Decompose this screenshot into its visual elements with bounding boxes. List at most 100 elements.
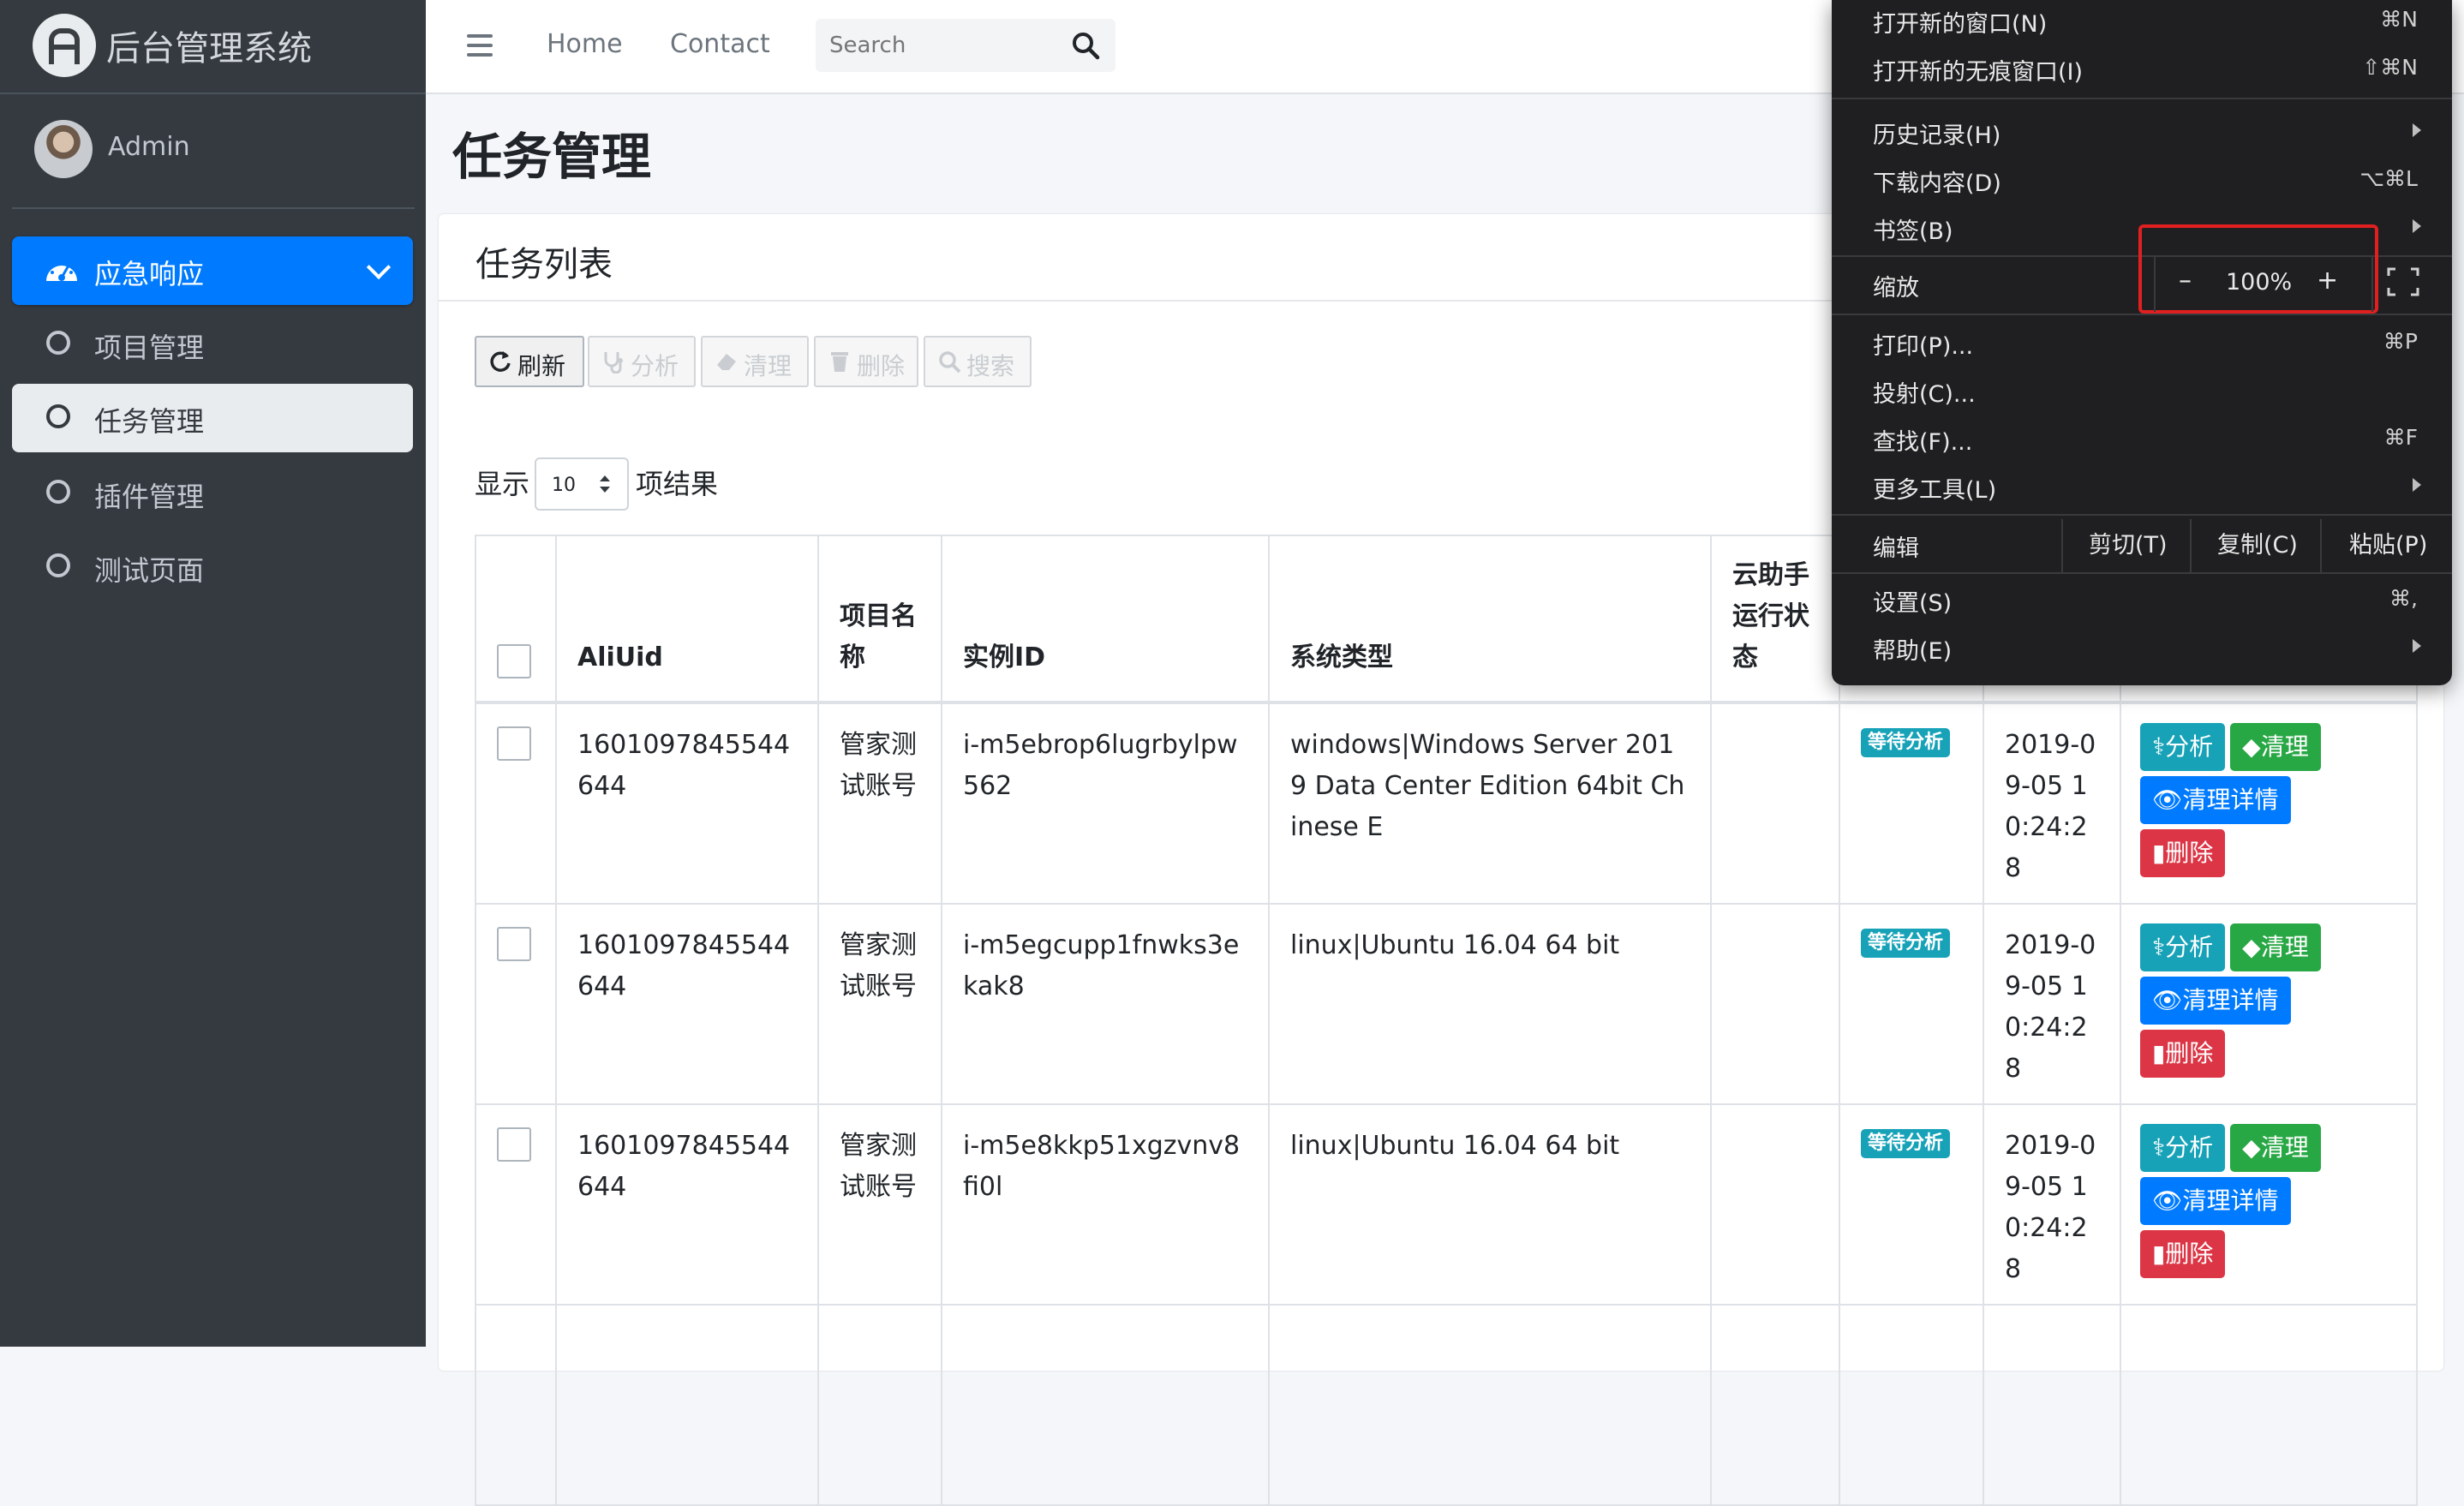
user-panel[interactable]: Admin <box>12 94 415 209</box>
trash-icon: ▮ <box>2152 1240 2166 1268</box>
zoom-separator <box>2154 257 2156 312</box>
table-row: 1601097845544644 管家测试账号 i-m5egcupp1fnwks… <box>475 903 2418 1105</box>
row-delete-button[interactable]: ▮删除 <box>2140 1230 2226 1278</box>
column-header-project[interactable]: 项目名称 <box>817 535 942 703</box>
edit-copy-button[interactable]: 复制(C) <box>2217 526 2298 559</box>
cell-assistant-status <box>1712 1105 1839 1126</box>
row-analyze-button[interactable]: ⚕分析 <box>2140 1124 2226 1172</box>
trash-icon <box>831 352 848 372</box>
menu-separator <box>1832 514 2452 516</box>
menu-separator <box>1832 98 2452 99</box>
cell-aliuid: 1601097845544644 <box>577 730 791 801</box>
sidebar-item-emergency-response[interactable]: 应急响应 <box>12 236 413 305</box>
sidebar-item-projects[interactable]: 项目管理 <box>12 310 413 379</box>
menu-item-cast[interactable]: 投射(C)... <box>1873 375 1976 409</box>
stethoscope-icon: ⚕ <box>2152 1133 2166 1162</box>
stethoscope-icon: ⚕ <box>2152 933 2166 961</box>
status-badge: 等待分析 <box>1861 728 1951 757</box>
row-clean-button[interactable]: ◆清理 <box>2230 1124 2321 1172</box>
chevron-down-icon <box>366 254 392 280</box>
edit-separator <box>2320 519 2322 574</box>
analyze-button[interactable]: 分析 <box>588 336 696 387</box>
row-checkbox[interactable] <box>497 726 531 761</box>
row-analyze-button[interactable]: ⚕分析 <box>2140 723 2226 771</box>
column-header-instance-id[interactable]: 实例ID <box>941 535 1270 703</box>
hamburger-menu-icon[interactable] <box>467 34 493 57</box>
menu-item-new-window[interactable]: 打开新的窗口(N) <box>1873 5 2047 39</box>
clean-button[interactable]: 清理 <box>701 336 809 387</box>
column-header-os-type[interactable]: 系统类型 <box>1268 535 1712 703</box>
column-header-aliuid[interactable]: AliUid <box>555 535 819 703</box>
row-clean-button[interactable]: ◆清理 <box>2230 723 2321 771</box>
edit-paste-button[interactable]: 粘贴(P) <box>2349 526 2427 559</box>
eraser-icon: ◆ <box>2242 933 2261 961</box>
brand[interactable]: 后台管理系统 <box>0 0 426 94</box>
cell-time: 2019-09-05 10:24:28 <box>2005 1131 2096 1284</box>
menu-item-more-tools[interactable]: 更多工具(L) <box>1873 471 1996 505</box>
shortcut: ⌥⌘L <box>2359 166 2418 191</box>
submenu-arrow-icon <box>2413 219 2421 233</box>
length-prefix: 显示 <box>475 468 530 500</box>
row-delete-button[interactable]: ▮删除 <box>2140 829 2226 877</box>
circle-icon <box>46 480 70 504</box>
user-name[interactable]: Admin <box>108 132 190 162</box>
fullscreen-icon[interactable] <box>2387 267 2419 296</box>
row-clean-button[interactable]: ◆清理 <box>2230 923 2321 971</box>
edit-cut-button[interactable]: 剪切(T) <box>2089 526 2168 559</box>
nav-link-contact[interactable]: Contact <box>670 29 770 59</box>
shortcut: ⇧⌘N <box>2362 55 2418 80</box>
row-delete-button[interactable]: ▮删除 <box>2140 1030 2226 1078</box>
length-suffix: 项结果 <box>636 468 719 500</box>
nav-link-home[interactable]: Home <box>547 29 623 59</box>
row-clean-details-button[interactable]: 👁清理详情 <box>2140 977 2291 1025</box>
column-header-assistant-status[interactable]: 云助手运行状态 <box>1710 535 1840 703</box>
eye-icon: 👁 <box>2152 986 2183 1014</box>
menu-item-help[interactable]: 帮助(E) <box>1873 632 1952 666</box>
shortcut: ⌘, <box>2389 586 2418 611</box>
card-title: 任务列表 <box>475 245 613 284</box>
submenu-arrow-icon <box>2413 478 2421 492</box>
menu-item-downloads[interactable]: 下载内容(D) <box>1873 164 2001 198</box>
row-checkbox[interactable] <box>497 927 531 961</box>
stethoscope-icon: ⚕ <box>2152 732 2166 761</box>
row-clean-details-button[interactable]: 👁清理详情 <box>2140 776 2291 824</box>
menu-item-bookmarks[interactable]: 书签(B) <box>1873 212 1953 246</box>
menu-item-history[interactable]: 历史记录(H) <box>1873 117 2001 150</box>
row-clean-details-button[interactable]: 👁清理详情 <box>2140 1177 2291 1225</box>
search-icon[interactable] <box>1071 31 1100 60</box>
zoom-out-button[interactable]: – <box>2179 266 2192 296</box>
page-length-select[interactable]: 10 <box>535 457 629 511</box>
delete-button[interactable]: 删除 <box>814 336 918 387</box>
row-checkbox[interactable] <box>497 1127 531 1162</box>
page-title: 任务管理 <box>452 128 652 186</box>
circle-icon <box>46 331 70 355</box>
sidebar-item-test-page[interactable]: 测试页面 <box>12 533 413 601</box>
refresh-icon <box>490 351 511 372</box>
menu-item-settings[interactable]: 设置(S) <box>1873 584 1952 618</box>
table-row: 1601097845544644 管家测试账号 i-m5ebrop6lugrby… <box>475 702 2418 905</box>
select-all-header <box>475 535 557 703</box>
menu-item-find[interactable]: 查找(F)... <box>1873 423 1972 457</box>
cell-os-type: linux|Ubuntu 16.04 64 bit <box>1290 930 1620 960</box>
search-button[interactable]: 搜索 <box>924 336 1032 387</box>
cell-instance-id: i-m5egcupp1fnwks3ekak8 <box>963 930 1240 1001</box>
row-analyze-button[interactable]: ⚕分析 <box>2140 923 2226 971</box>
select-all-checkbox[interactable] <box>497 644 531 678</box>
status-badge: 等待分析 <box>1861 929 1951 958</box>
table-row: 1601097845544644 管家测试账号 i-m5e8kkp51xgzvn… <box>475 1103 2418 1306</box>
shortcut: ⌘P <box>2383 329 2418 354</box>
menu-item-print[interactable]: 打印(P)... <box>1873 327 1973 361</box>
sidebar-item-label: 任务管理 <box>94 405 205 438</box>
sidebar-item-label: 测试页面 <box>94 554 205 587</box>
eye-icon: 👁 <box>2152 1186 2183 1215</box>
sidebar-item-label: 项目管理 <box>94 332 205 364</box>
cell-instance-id: i-m5e8kkp51xgzvnv8fi0l <box>963 1131 1241 1202</box>
sidebar-item-tasks[interactable]: 任务管理 <box>12 384 413 452</box>
refresh-button[interactable]: 刷新 <box>475 336 584 387</box>
sidebar-item-plugins[interactable]: 插件管理 <box>12 459 413 528</box>
search-input[interactable] <box>816 19 1064 72</box>
sidebar: 后台管理系统 Admin 应急响应 项目管理 任务管理 插件管理 测试页面 <box>0 0 426 1347</box>
submenu-arrow-icon <box>2413 123 2421 137</box>
zoom-in-button[interactable]: + <box>2317 266 2338 296</box>
menu-item-new-incognito[interactable]: 打开新的无痕窗口(I) <box>1873 53 2083 87</box>
